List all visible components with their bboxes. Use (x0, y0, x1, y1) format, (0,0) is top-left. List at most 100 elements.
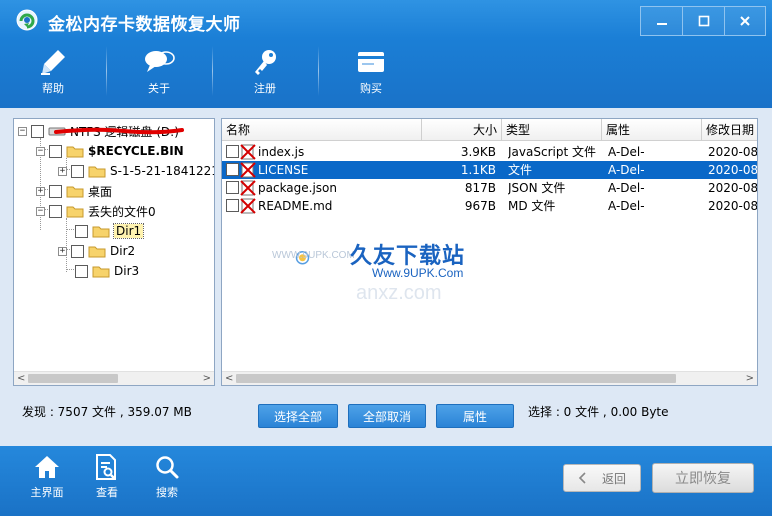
app-logo-icon (16, 9, 38, 31)
tree-checkbox[interactable] (49, 144, 62, 158)
cell-type: MD 文件 (508, 199, 556, 213)
folder-icon (92, 226, 110, 238)
toolbar-help-label: 帮助 (42, 82, 64, 95)
collapse-toggle[interactable]: − (18, 126, 27, 136)
table-row[interactable]: index.js 3.9KB JavaScript 文件 A-Del- 2020… (222, 143, 757, 161)
row-checkbox[interactable] (226, 145, 239, 158)
scroll-thumb[interactable] (236, 374, 676, 383)
folder-icon (92, 266, 110, 278)
cell-date: 2020-08- (708, 163, 758, 177)
folder-icon (66, 186, 84, 198)
scroll-right-arrow-icon[interactable]: > (746, 373, 754, 384)
tree-checkbox[interactable] (49, 184, 62, 198)
watermark-www: WWW.9UPK.COM (272, 250, 355, 261)
card-icon (358, 52, 384, 72)
tree-item-label: S-1-5-21-1841221 (110, 164, 215, 178)
watermark-url: Www.9UPK.Com (372, 266, 464, 280)
expand-toggle[interactable]: + (36, 186, 45, 196)
nav-search-button[interactable]: 搜索 (142, 452, 192, 500)
select-all-button[interactable]: 选择全部 (258, 404, 338, 428)
folder-icon (66, 206, 84, 218)
scroll-left-arrow-icon[interactable]: < (225, 373, 233, 384)
minimize-button[interactable] (640, 6, 682, 36)
tree-checkbox[interactable] (31, 124, 44, 138)
cell-attr: A-Del- (608, 181, 645, 195)
tree-item-dir1[interactable]: Dir1 (75, 222, 145, 240)
expand-toggle[interactable]: + (58, 246, 67, 256)
folder-tree-panel[interactable]: − NTFS 逻辑磁盘 (D:) − $RECYCLE.BIN + S-1-5-… (13, 118, 215, 386)
window-title: 金松内存卡数据恢复大师 (48, 15, 241, 35)
toolbar-buy-button[interactable]: 购买 (318, 38, 424, 104)
scroll-left-arrow-icon[interactable]: < (17, 373, 25, 384)
nav-home-button[interactable]: 主界面 (22, 452, 72, 500)
watermark-faint: anxz.com (356, 282, 442, 304)
column-header-attr[interactable]: 属性 (602, 119, 702, 141)
folder-icon (88, 166, 106, 178)
column-header-date[interactable]: 修改日期 (702, 119, 757, 141)
minimize-icon (656, 23, 667, 25)
list-header: 名称 大小 类型 属性 修改日期 (222, 119, 757, 141)
list-horizontal-scrollbar[interactable]: < > (222, 371, 757, 385)
cell-name: LICENSE (258, 163, 309, 177)
toolbar-about-button[interactable]: 关于 (106, 38, 212, 104)
deleted-file-icon (240, 144, 256, 160)
chevron-left-icon (578, 472, 586, 484)
recover-now-button[interactable]: 立即恢复 (652, 463, 754, 493)
row-checkbox[interactable] (226, 163, 239, 176)
tree-item-sid[interactable]: + S-1-5-21-1841221 (58, 162, 215, 180)
tree-item-desktop[interactable]: + 桌面 (36, 182, 112, 200)
collapse-toggle[interactable]: − (36, 206, 45, 216)
column-header-name[interactable]: 名称 (222, 119, 422, 141)
tree-item-dir2[interactable]: + Dir2 (58, 242, 135, 260)
deselect-all-button[interactable]: 全部取消 (348, 404, 426, 428)
properties-button[interactable]: 属性 (436, 404, 514, 428)
maximize-button[interactable] (682, 6, 724, 36)
tree-checkbox[interactable] (71, 164, 84, 178)
nav-view-button[interactable]: 查看 (82, 452, 132, 500)
table-row-selected[interactable]: LICENSE 1.1KB 文件 A-Del- 2020-08- (222, 161, 757, 179)
scroll-thumb[interactable] (28, 374, 118, 383)
cell-date: 2020-08- (708, 181, 758, 195)
tree-item-label: Dir2 (110, 244, 136, 258)
tree-checkbox[interactable] (75, 224, 88, 238)
tree-root-disk[interactable]: − NTFS 逻辑磁盘 (D:) (18, 122, 184, 140)
selected-status: 选择 : 0 文件 , 0.00 Byte (528, 405, 669, 419)
cell-type: 文件 (508, 163, 533, 177)
cell-attr: A-Del- (608, 145, 645, 159)
back-button[interactable]: 返回 (563, 464, 641, 492)
row-checkbox[interactable] (226, 181, 239, 194)
cell-type: JavaScript 文件 (508, 145, 596, 159)
nav-home-label: 主界面 (30, 486, 64, 499)
cell-size: 967B (464, 199, 496, 213)
scroll-right-arrow-icon[interactable]: > (203, 373, 211, 384)
search-icon (156, 456, 179, 479)
tree-checkbox[interactable] (71, 244, 84, 258)
tree-checkbox[interactable] (75, 264, 88, 278)
tree-item-lost-files[interactable]: − 丢失的文件0 (36, 202, 156, 220)
table-row[interactable]: package.json 817B JSON 文件 A-Del- 2020-08… (222, 179, 757, 197)
key-icon (255, 50, 276, 75)
tree-item-recycle-bin[interactable]: − $RECYCLE.BIN (36, 142, 184, 160)
collapse-toggle[interactable]: − (36, 146, 45, 156)
column-header-size[interactable]: 大小 (422, 119, 502, 141)
expand-toggle[interactable]: + (58, 166, 67, 176)
document-search-icon (96, 454, 116, 480)
toolbar-register-button[interactable]: 注册 (212, 38, 318, 104)
column-header-type[interactable]: 类型 (502, 119, 602, 141)
tree-checkbox[interactable] (49, 204, 62, 218)
toolbar-help-button[interactable]: 帮助 (0, 38, 106, 104)
window-controls (640, 6, 766, 36)
tree-item-label: 桌面 (88, 184, 113, 199)
close-button[interactable] (724, 6, 766, 36)
toolbar-buy-label: 购买 (360, 82, 382, 95)
deleted-file-icon (240, 162, 256, 178)
table-row[interactable]: README.md 967B MD 文件 A-Del- 2020-08- (222, 197, 757, 215)
tree-horizontal-scrollbar[interactable]: < > (14, 371, 214, 385)
cell-type: JSON 文件 (508, 181, 566, 195)
nav-view-label: 查看 (96, 486, 118, 499)
deleted-file-icon (240, 198, 256, 214)
tree-item-dir3[interactable]: Dir3 (75, 262, 139, 280)
row-checkbox[interactable] (226, 199, 239, 212)
cell-date: 2020-08- (708, 145, 758, 159)
tree-item-label: $RECYCLE.BIN (88, 144, 184, 158)
